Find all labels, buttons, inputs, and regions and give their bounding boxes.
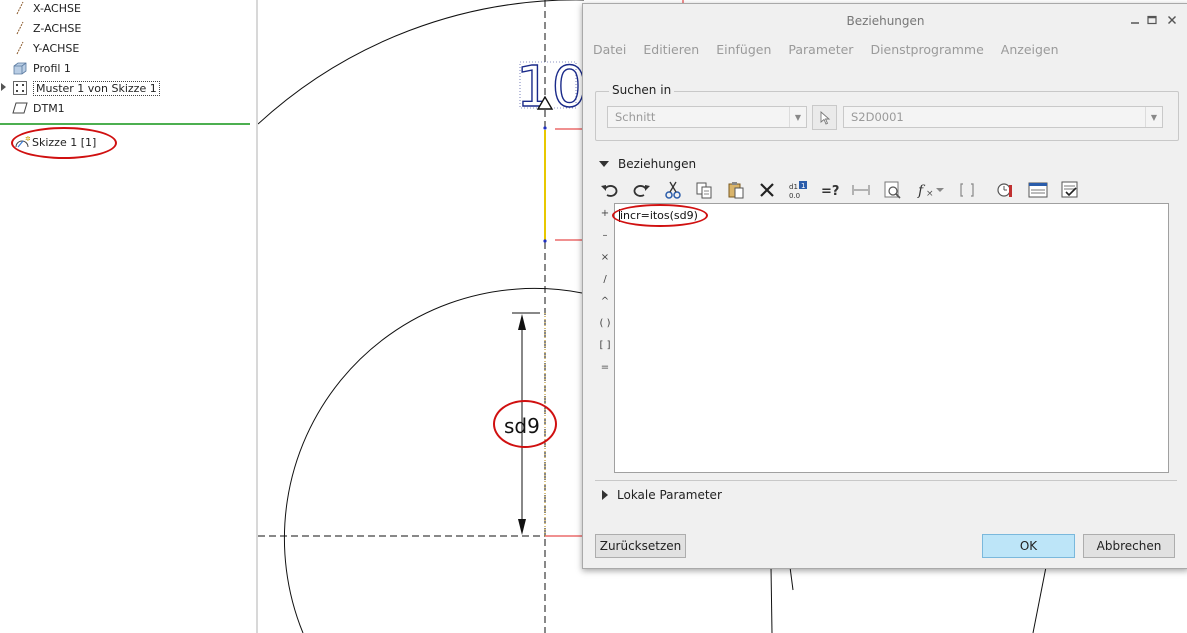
tree-item-x-axis[interactable]: X-ACHSE [12, 0, 81, 17]
menu-anzeigen[interactable]: Anzeigen [1001, 42, 1059, 62]
pick-from-model-button[interactable] [812, 105, 837, 130]
menu-datei[interactable]: Datei [593, 42, 626, 62]
operator-minus-button[interactable]: – [597, 230, 613, 241]
menu-parameter[interactable]: Parameter [788, 42, 853, 62]
ok-button[interactable]: OK [982, 534, 1075, 558]
tree-item-label: Profil 1 [33, 61, 71, 75]
units-icon[interactable] [994, 178, 1018, 202]
operator-equals-button[interactable]: = [597, 362, 613, 373]
chevron-down-icon[interactable]: ▼ [1145, 107, 1162, 127]
menu-einfuegen[interactable]: Einfügen [716, 42, 771, 62]
dialog-titlebar[interactable]: Beziehungen [583, 4, 1187, 38]
pattern-icon [12, 81, 28, 95]
dimension-arrow-up [518, 314, 526, 330]
tree-item-label: Muster 1 von Skizze 1 [33, 80, 160, 96]
outer-circle-arc-bottom [770, 566, 773, 633]
svg-text:f: f [917, 183, 926, 199]
svg-text:×: × [926, 189, 934, 199]
insert-here-line[interactable] [0, 123, 250, 125]
insert-dimension-icon[interactable] [849, 178, 873, 202]
menu-dienstprogramme[interactable]: Dienstprogramme [870, 42, 983, 62]
search-type-value: Schnitt [615, 110, 656, 124]
search-name-value: S2D0001 [851, 110, 904, 124]
section-separator [595, 480, 1177, 481]
annotation-circle-relation [612, 204, 708, 227]
menu-bar: Datei Editieren Einfügen Parameter Diens… [593, 42, 1076, 62]
tree-item-y-axis[interactable]: Y-ACHSE [12, 39, 79, 57]
tree-item-label: Z-ACHSE [33, 21, 82, 35]
maximize-icon[interactable] [1144, 12, 1160, 28]
tree-item-profil[interactable]: Profil 1 [12, 59, 71, 77]
sketch-vertex [543, 239, 547, 243]
model-tree: X-ACHSE Z-ACHSE Y-ACHSE Profil 1 Muster … [0, 0, 256, 633]
svg-text:1: 1 [801, 182, 805, 190]
copy-icon[interactable] [692, 178, 716, 202]
tree-item-label: Y-ACHSE [33, 41, 80, 55]
dialog-title: Beziehungen [846, 14, 925, 28]
operator-divide-button[interactable]: / [597, 274, 613, 285]
local-params-section-label: Lokale Parameter [617, 488, 722, 502]
paste-icon[interactable] [724, 178, 748, 202]
relations-section-label: Beziehungen [618, 157, 697, 171]
svg-text:d1: d1 [789, 183, 798, 191]
sketch-vertex [543, 126, 547, 130]
undo-icon[interactable] [598, 178, 622, 202]
insert-brackets-icon[interactable] [955, 178, 979, 202]
redo-icon[interactable] [629, 178, 653, 202]
evaluate-icon[interactable]: =? [818, 178, 842, 202]
lower-circle-right-stub [789, 566, 794, 591]
sort-relations-icon[interactable] [881, 178, 905, 202]
lower-circle-left [283, 287, 583, 633]
collapse-triangle-icon [599, 161, 609, 167]
operator-multiply-button[interactable]: × [597, 252, 613, 263]
tree-item-dtm1[interactable]: DTM1 [12, 99, 65, 117]
svg-text:=?: =? [821, 184, 839, 198]
annotation-circle-sd9 [493, 400, 557, 448]
verify-relations-icon[interactable] [1058, 178, 1082, 202]
tree-item-z-axis[interactable]: Z-ACHSE [12, 19, 81, 37]
cancel-button[interactable]: Abbrechen [1083, 534, 1175, 558]
minimize-icon[interactable] [1127, 12, 1143, 28]
show-dimension-names-icon[interactable]: d1 1 0.0 [786, 178, 810, 202]
close-icon[interactable] [1164, 12, 1180, 28]
search-name-select[interactable]: S2D0001 ▼ [843, 106, 1163, 128]
dimension-arrow-down [518, 519, 526, 535]
search-type-select[interactable]: Schnitt ▼ [607, 106, 807, 128]
operator-power-button[interactable]: ^ [597, 296, 613, 307]
delete-icon[interactable] [755, 178, 779, 202]
extrude-icon [12, 61, 28, 75]
operator-parentheses-button[interactable]: ( ) [597, 318, 613, 329]
annotation-circle-sketch [11, 127, 117, 159]
operator-brackets-button[interactable]: [ ] [597, 340, 613, 351]
far-right-arc [1032, 566, 1047, 633]
axis-icon [12, 41, 28, 55]
datum-plane-icon [12, 101, 28, 115]
reset-button[interactable]: Zurücksetzen [595, 534, 686, 558]
function-dropdown-chevron-icon[interactable] [934, 178, 946, 202]
local-parameters-icon[interactable] [1026, 178, 1050, 202]
axis-icon [12, 1, 28, 15]
tree-item-label: DTM1 [33, 101, 65, 115]
menu-editieren[interactable]: Editieren [643, 42, 699, 62]
cut-icon[interactable] [661, 178, 685, 202]
chevron-down-icon[interactable]: ▼ [789, 107, 806, 127]
svg-text:0.0: 0.0 [789, 192, 800, 200]
expand-triangle-icon [602, 490, 608, 500]
relations-editor[interactable]: incr=itos(sd9) [614, 203, 1169, 473]
local-params-section-header[interactable]: Lokale Parameter [602, 488, 722, 502]
operator-plus-button[interactable]: + [597, 208, 613, 219]
expand-arrow-icon[interactable] [1, 83, 6, 91]
tree-item-pattern[interactable]: Muster 1 von Skizze 1 [12, 79, 160, 97]
search-in-label: Suchen in [609, 83, 675, 97]
cursor-arrow-icon [820, 110, 830, 125]
tree-item-label: X-ACHSE [33, 1, 81, 15]
axis-icon [12, 21, 28, 35]
relations-dialog: Beziehungen Datei Editieren Einfügen Par… [582, 3, 1187, 569]
relations-section-header[interactable]: Beziehungen [599, 157, 696, 171]
counter-text: 10 [516, 55, 587, 120]
